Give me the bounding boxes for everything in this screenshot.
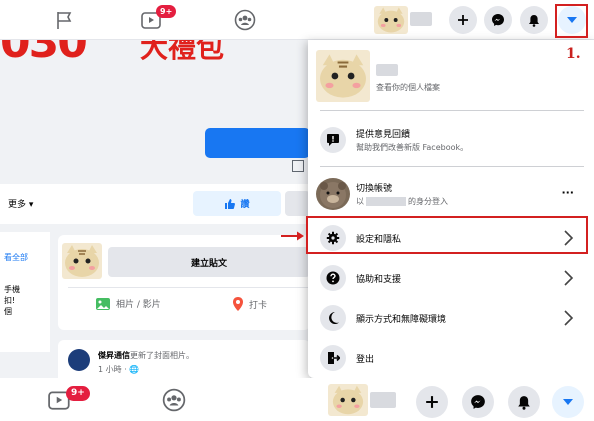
bell-icon: [518, 395, 530, 410]
display-accessibility-label: 顯示方式和無障礙環境: [356, 315, 447, 325]
profile-avatar[interactable]: [328, 384, 368, 416]
menu-divider-1: [320, 110, 584, 111]
menu-divider-2: [320, 166, 584, 167]
annotation-box-settings: [306, 216, 588, 254]
photo-icon: [96, 297, 110, 310]
left-col-text-3: 個: [4, 307, 12, 316]
question-icon: [320, 265, 346, 291]
switch-sub-prefix: 以: [356, 197, 364, 206]
plus-icon: [458, 15, 468, 25]
post-timestamp[interactable]: 1 小時 · 🌐: [98, 364, 139, 375]
menu-item-feedback[interactable]: 提供意見回饋 幫助我們改善新版 Facebook。: [308, 120, 594, 160]
create-post-button[interactable]: 建立貼文: [108, 247, 310, 277]
moon-icon: [320, 305, 346, 331]
help-support-label: 協助和支援: [356, 275, 402, 285]
account-menu-button[interactable]: [552, 386, 584, 418]
messenger-button[interactable]: [484, 6, 512, 34]
post-action-text: 更新了封面相片。: [130, 351, 194, 360]
more-options-icon[interactable]: ···: [561, 186, 574, 199]
composer-divider: [68, 287, 310, 288]
screenshot-stage: 030 大禮包 更多 ▾ 讚 看全部 手機 扣! 個 建立貼文 相片 / 影片 …: [0, 0, 594, 421]
pages-flag-icon[interactable]: [52, 8, 76, 32]
bottom-navigation-bar: 9+: [0, 378, 594, 421]
photo-video-label: 相片 / 影片: [116, 300, 161, 310]
thumbs-up-icon: [225, 198, 236, 209]
more-dropdown[interactable]: 更多 ▾: [8, 197, 33, 210]
see-all-link[interactable]: 看全部: [4, 252, 28, 263]
post-composer: 建立貼文 相片 / 影片 打卡: [58, 235, 310, 330]
messenger-icon: [492, 14, 504, 26]
checkin-action[interactable]: 打卡: [233, 297, 267, 311]
account-dropdown-menu: 查看你的個人檔案 提供意見回饋 幫助我們改善新版 Facebook。 切換帳號 …: [308, 40, 594, 378]
feedback-subtitle: 幫助我們改善新版 Facebook。: [356, 143, 469, 152]
page-message-button[interactable]: [285, 191, 310, 216]
left-column: 看全部 手機 扣! 個: [0, 232, 50, 352]
logout-label: 登出: [356, 355, 375, 365]
checkin-label: 打卡: [249, 300, 268, 311]
switch-account-name-redacted: [366, 197, 406, 206]
photo-video-action[interactable]: 相片 / 影片: [96, 297, 161, 310]
feedback-icon: [320, 127, 346, 153]
menu-item-switch-account[interactable]: 切換帳號 以 的身分登入 ···: [308, 174, 594, 214]
like-page-button[interactable]: 讚: [193, 191, 281, 216]
profile-name-redacted: [370, 392, 396, 408]
post-author-avatar[interactable]: [68, 349, 90, 371]
location-pin-icon: [233, 297, 243, 311]
left-col-text-2: 扣!: [4, 296, 16, 305]
composer-avatar: [62, 243, 102, 279]
caret-down-icon: [563, 399, 573, 405]
chevron-right-icon: [564, 310, 574, 326]
feedback-title: 提供意見回饋: [356, 130, 411, 140]
profile-row[interactable]: 查看你的個人檔案: [308, 46, 594, 106]
annotation-box-account-button: [555, 4, 588, 38]
menu-profile-name-redacted: [376, 64, 398, 76]
feed-post: 傑昇通信更新了封面相片。 1 小時 · 🌐: [58, 340, 310, 380]
switch-sub-suffix: 的身分登入: [408, 197, 448, 206]
primary-action-button[interactable]: [205, 128, 310, 158]
switch-account-title: 切換帳號: [356, 184, 393, 194]
create-plus-button[interactable]: [449, 6, 477, 34]
watch-notification-badge: 9+: [66, 386, 90, 401]
notifications-button[interactable]: [520, 6, 548, 34]
groups-icon[interactable]: [233, 8, 257, 32]
switch-account-avatar: [316, 178, 350, 210]
logout-icon: [320, 345, 346, 371]
notifications-button[interactable]: [508, 386, 540, 418]
top-navigation-bar: 9+: [0, 0, 594, 40]
chevron-right-icon: [564, 270, 574, 286]
like-label: 讚: [240, 200, 250, 210]
groups-icon[interactable]: [162, 388, 186, 412]
switch-account-subtitle: 以 的身分登入: [356, 196, 448, 207]
annotation-step-label: 1.: [566, 46, 581, 62]
menu-item-help-support[interactable]: 協助和支援: [308, 258, 594, 298]
menu-item-display-accessibility[interactable]: 顯示方式和無障礙環境: [308, 298, 594, 338]
plus-icon: [426, 396, 438, 408]
post-author-name[interactable]: 傑昇通信: [98, 351, 130, 360]
annotation-arrow-icon: [281, 231, 304, 241]
menu-profile-avatar: [316, 50, 370, 102]
bell-icon: [529, 14, 539, 27]
watch-notification-badge: 9+: [156, 5, 177, 18]
view-profile-text: 查看你的個人檔案: [376, 83, 440, 92]
profile-avatar[interactable]: [374, 6, 408, 34]
menu-item-logout[interactable]: 登出: [308, 338, 594, 378]
profile-name-redacted: [410, 12, 432, 26]
messenger-button[interactable]: [462, 386, 494, 418]
create-plus-button[interactable]: [416, 386, 448, 418]
external-link-icon[interactable]: [292, 160, 304, 172]
messenger-icon: [471, 395, 485, 409]
left-col-text-1: 手機: [4, 285, 20, 294]
post-header: 傑昇通信更新了封面相片。: [98, 350, 194, 361]
